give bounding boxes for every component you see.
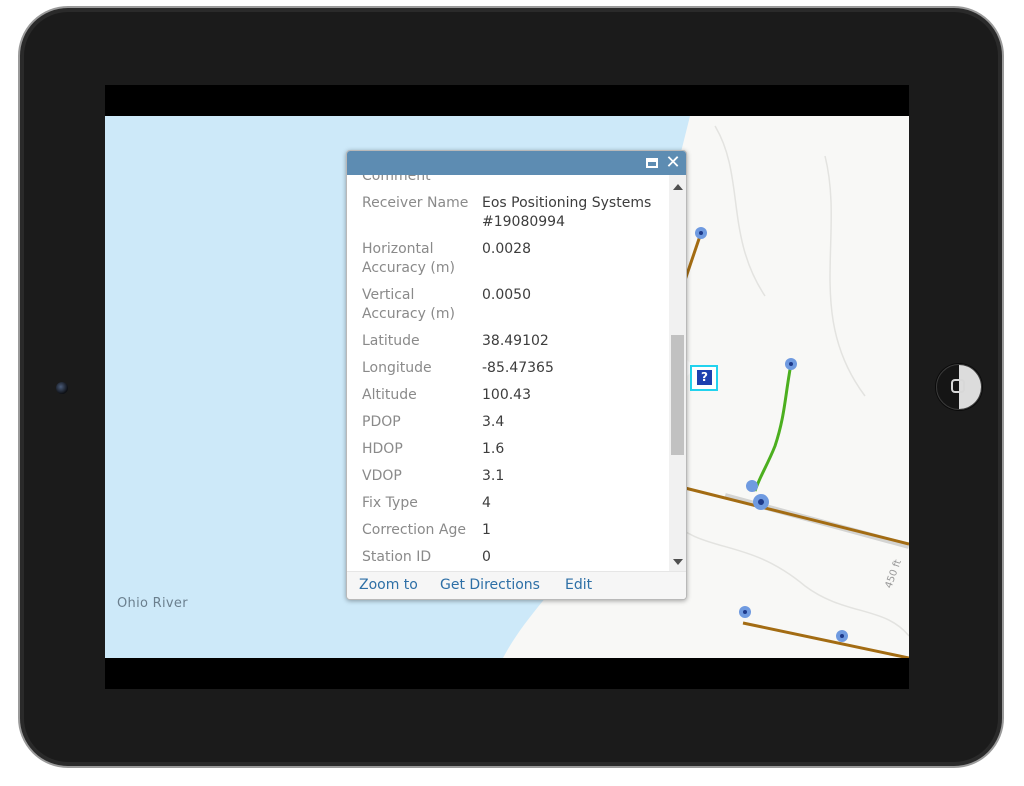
scroll-down-icon[interactable] (673, 559, 683, 565)
home-square-icon (951, 379, 965, 393)
get-directions-link[interactable]: Get Directions (440, 577, 540, 593)
point-center (789, 362, 793, 366)
attribute-label: Altitude (362, 387, 417, 403)
attribute-value: 1.6 (482, 441, 505, 457)
attribute-row: Vertical Accuracy (m) 0.0050 (347, 286, 669, 332)
point-center (699, 231, 703, 235)
attribute-list: Comment Receiver Name Eos Positioning Syst… (347, 175, 669, 571)
attribute-value: 100.43 (482, 387, 531, 403)
point-center (840, 634, 844, 638)
scroll-thumb[interactable] (671, 335, 684, 455)
attribute-label: PDOP (362, 414, 401, 430)
point-center (758, 499, 764, 505)
attribute-row: Latitude 38.49102 (347, 332, 669, 359)
attribute-row: Correction Age 1 (347, 521, 669, 548)
point-center (743, 610, 747, 614)
attribute-row: Fix Type 4 (347, 494, 669, 521)
attribute-label: Vertical Accuracy (m) (362, 287, 455, 322)
point-marker (746, 480, 758, 492)
maximize-icon[interactable] (644, 155, 660, 171)
attribute-label: VDOP (362, 468, 402, 484)
attribute-value: -85.47365 (482, 360, 554, 376)
scroll-up-icon[interactable] (673, 184, 683, 190)
attribute-label: Fix Type (362, 495, 418, 511)
screen: 450 ft Ohio River ? ✕ Comment Receiver Na… (105, 85, 909, 689)
attribute-row: Longitude -85.47365 (347, 359, 669, 386)
attribute-label: Latitude (362, 333, 420, 349)
popup-actions: Zoom to Get Directions Edit (347, 571, 686, 599)
edit-link[interactable]: Edit (565, 577, 592, 593)
attribute-label: Correction Age (362, 522, 466, 538)
attribute-label: Receiver Name (362, 195, 469, 211)
attribute-value: 4 (482, 495, 491, 511)
attribute-value: 0.0028 (482, 241, 531, 257)
attribute-value: 1 (482, 522, 491, 538)
attribute-value (482, 175, 662, 186)
attribute-row: Horizontal Accuracy (m) 0.0028 (347, 240, 669, 286)
attribute-value: 3.4 (482, 414, 505, 430)
attribute-row: Receiver Name Eos Positioning Systems #19… (347, 194, 669, 240)
popup-scrollbar[interactable] (669, 175, 686, 571)
attribute-label: HDOP (362, 441, 403, 457)
home-button[interactable] (936, 364, 982, 410)
attribute-row: Comment (347, 175, 669, 194)
selected-feature-marker[interactable]: ? (690, 365, 718, 391)
close-icon[interactable]: ✕ (665, 154, 681, 172)
camera-icon (56, 382, 68, 394)
river-label: Ohio River (117, 596, 188, 611)
popup-body[interactable]: Comment Receiver Name Eos Positioning Syst… (347, 175, 669, 571)
attribute-value: 0.0050 (482, 287, 531, 303)
feature-popup: ✕ Comment Receiver Name Eos Positioning Sy… (346, 150, 687, 600)
attribute-row: HDOP 1.6 (347, 440, 669, 467)
tablet-frame: 450 ft Ohio River ? ✕ Comment Receiver Na… (18, 6, 1004, 768)
popup-header: ✕ (347, 151, 686, 175)
question-mark-icon: ? (697, 370, 712, 385)
attribute-label: Horizontal Accuracy (m) (362, 241, 455, 276)
attribute-value: 38.49102 (482, 333, 549, 349)
attribute-label: Longitude (362, 360, 432, 376)
attribute-row: PDOP 3.4 (347, 413, 669, 440)
attribute-row: Station ID 0 (347, 548, 669, 571)
attribute-value: 0 (482, 549, 491, 565)
zoom-to-link[interactable]: Zoom to (359, 577, 418, 593)
attribute-value: 3.1 (482, 468, 505, 484)
attribute-label: Station ID (362, 549, 432, 565)
attribute-row: VDOP 3.1 (347, 467, 669, 494)
attribute-value: Eos Positioning Systems #19080994 (482, 195, 652, 230)
attribute-row: Altitude 100.43 (347, 386, 669, 413)
map-view[interactable]: 450 ft Ohio River ? ✕ Comment Receiver Na… (105, 116, 909, 658)
attribute-label: Comment (362, 175, 431, 184)
